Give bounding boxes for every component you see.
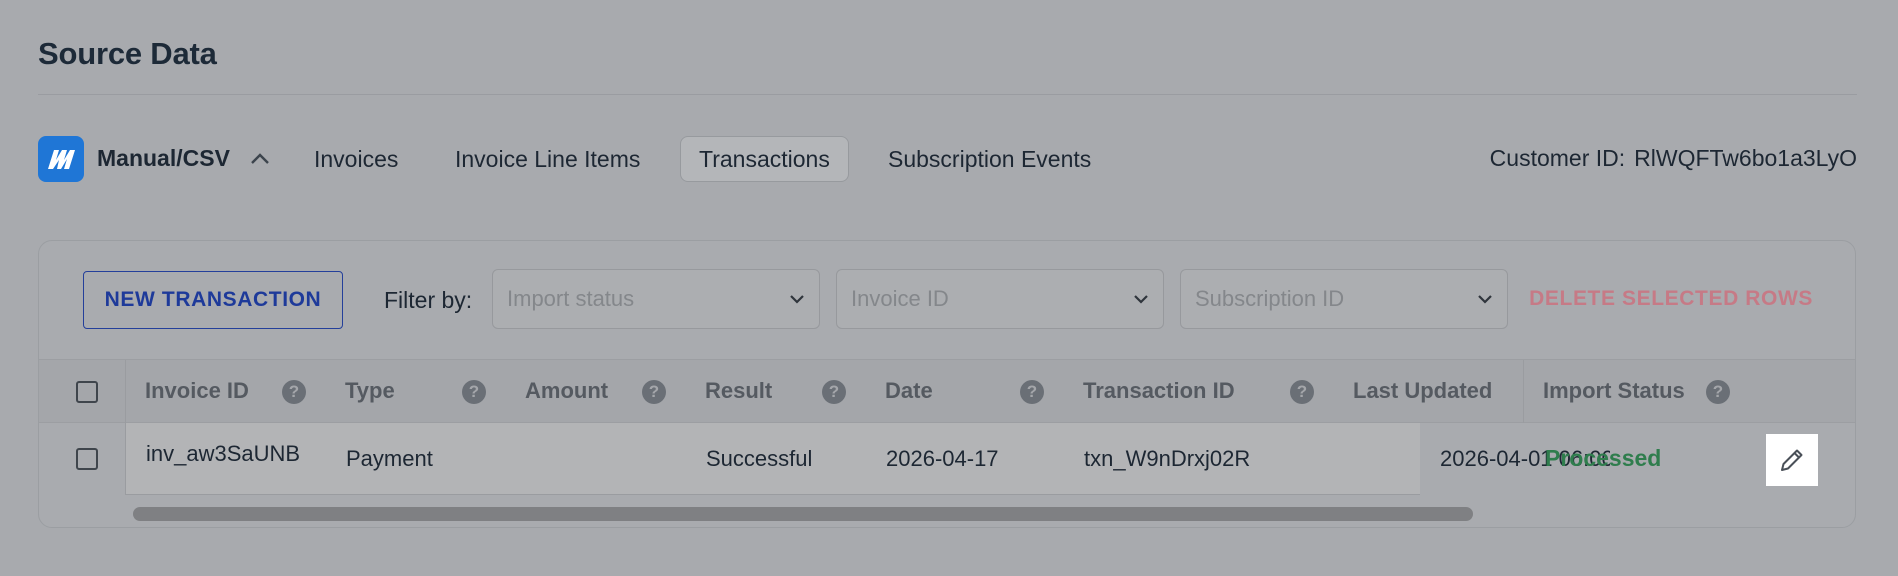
cell-invoice-id: inv_aw3SaUNB	[146, 441, 301, 466]
title-divider	[38, 94, 1857, 95]
manual-csv-logo-icon	[48, 150, 75, 169]
customer-id: Customer ID: RlWQFTw6bo1a3LyO	[1490, 145, 1857, 172]
filter-label: Filter by:	[384, 287, 473, 313]
transactions-panel: NEW TRANSACTION Filter by: Import status…	[38, 240, 1856, 528]
column-header-date[interactable]: Date	[885, 360, 933, 424]
tab-transactions[interactable]: Transactions	[680, 136, 849, 182]
subscription-id-filter-placeholder: Subscription ID	[1195, 286, 1345, 311]
help-icon[interactable]: ?	[1706, 380, 1730, 404]
cell-type: Payment	[346, 446, 433, 471]
help-icon[interactable]: ?	[1020, 380, 1044, 404]
row-scroll-area: inv_aw3SaUNB Payment Successful 2026-04-…	[125, 423, 1610, 495]
chevron-down-icon	[789, 294, 805, 304]
row-checkbox[interactable]	[76, 448, 98, 470]
help-icon[interactable]: ?	[822, 380, 846, 404]
customer-id-value: RlWQFTw6bo1a3LyO	[1634, 145, 1857, 171]
table-header: Invoice ID ? Type ? Amount ? Result ? Da…	[39, 359, 1855, 424]
subscription-id-filter[interactable]: Subscription ID	[1180, 269, 1508, 329]
invoice-id-filter[interactable]: Invoice ID	[836, 269, 1164, 329]
customer-id-label: Customer ID:	[1489, 145, 1626, 171]
column-header-type[interactable]: Type	[345, 360, 395, 424]
chevron-down-icon	[1133, 294, 1149, 304]
import-status-filter[interactable]: Import status	[492, 269, 820, 329]
help-icon[interactable]: ?	[642, 380, 666, 404]
edit-row-button[interactable]	[1766, 434, 1818, 486]
column-header-transaction-id[interactable]: Transaction ID	[1083, 360, 1235, 424]
tab-invoices[interactable]: Invoices	[296, 136, 416, 182]
source-logo	[38, 136, 84, 182]
pencil-icon	[1781, 449, 1803, 471]
column-header-import-status[interactable]: Import Status	[1543, 360, 1685, 424]
column-header-last-updated[interactable]: Last Updated	[1353, 360, 1492, 424]
column-header-invoice-id[interactable]: Invoice ID	[145, 360, 249, 424]
column-divider	[1523, 360, 1524, 424]
table-row[interactable]: inv_aw3SaUNB Payment Successful 2026-04-…	[39, 423, 1855, 495]
chevron-up-icon	[251, 153, 269, 164]
cell-result: Successful	[706, 446, 813, 471]
import-status-filter-placeholder: Import status	[507, 286, 635, 311]
column-header-amount[interactable]: Amount	[525, 360, 608, 424]
page-title: Source Data	[38, 36, 217, 71]
column-header-result[interactable]: Result	[705, 360, 772, 424]
chevron-down-icon	[1477, 294, 1493, 304]
source-name: Manual/CSV	[97, 145, 230, 171]
select-all-checkbox[interactable]	[76, 381, 98, 403]
new-transaction-button[interactable]: NEW TRANSACTION	[83, 271, 343, 329]
delete-selected-rows-button[interactable]: DELETE SELECTED ROWS	[1529, 287, 1813, 311]
cell-import-status: Processed	[1545, 445, 1662, 471]
cell-transaction-id: txn_W9nDrxj02R	[1084, 446, 1251, 471]
help-icon[interactable]: ?	[1290, 380, 1314, 404]
source-collapse-toggle[interactable]	[248, 148, 272, 170]
invoice-id-filter-placeholder: Invoice ID	[851, 286, 949, 311]
horizontal-scrollbar[interactable]	[133, 507, 1473, 521]
help-icon[interactable]: ?	[462, 380, 486, 404]
tab-subscription-events[interactable]: Subscription Events	[870, 136, 1109, 182]
help-icon[interactable]: ?	[282, 380, 306, 404]
cell-date: 2026-04-17	[886, 446, 999, 471]
column-divider	[125, 360, 126, 424]
tab-invoice-line-items[interactable]: Invoice Line Items	[437, 136, 658, 182]
